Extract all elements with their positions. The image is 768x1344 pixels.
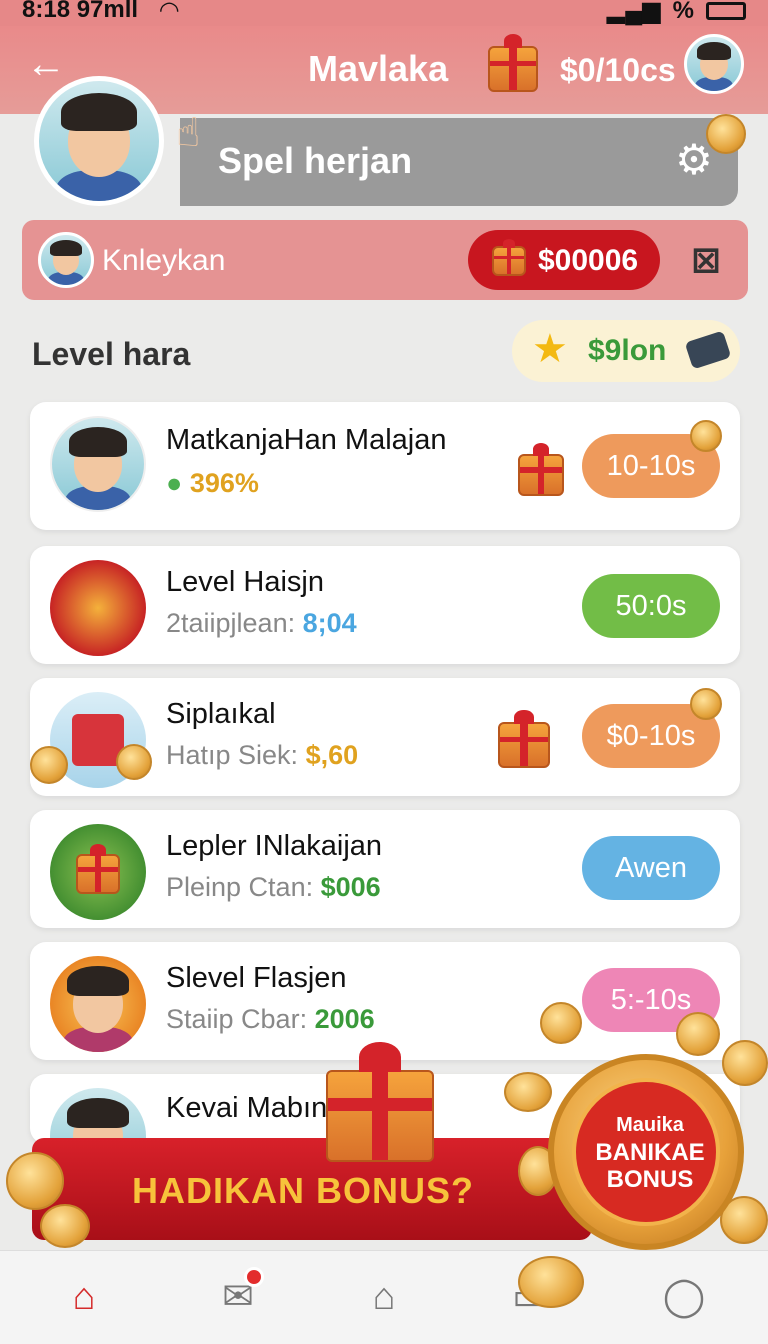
row-sub-label: Pleinp Ctan: bbox=[166, 872, 314, 902]
user-bar: Knleykan $00006 ⊠ bbox=[22, 220, 748, 300]
bonus-coin-line-1: Mauika bbox=[616, 1114, 684, 1136]
coin-icon bbox=[676, 1012, 720, 1056]
status-right: ▂▄▆ % bbox=[607, 0, 746, 25]
row-button[interactable]: 50:0s bbox=[582, 574, 720, 638]
row-sub: Hatıp Siek: $,60 bbox=[166, 740, 358, 771]
row-value: $006 bbox=[320, 872, 381, 902]
signal-icon: ▂▄▆ bbox=[606, 0, 661, 24]
coin-icon bbox=[504, 1072, 552, 1112]
notification-badge bbox=[244, 1267, 264, 1287]
row-sub-label: 2taiipjlean: bbox=[166, 608, 296, 638]
coin-icon bbox=[706, 114, 746, 154]
row-value: 396% bbox=[189, 468, 259, 498]
row-sub: Staiip Cbar: 2006 bbox=[166, 1004, 375, 1035]
pointing-hand-icon: ☝ bbox=[176, 111, 201, 155]
list-item[interactable]: MatkanjaHan Malajan ● 396% 10-10s bbox=[30, 402, 740, 530]
coin-icon bbox=[540, 1002, 582, 1044]
bottom-nav: ⌂ ✉ ⌂ ▭ ◯ bbox=[0, 1250, 768, 1344]
level-label: Level hara bbox=[32, 336, 191, 372]
row-avatar bbox=[50, 560, 146, 656]
row-title: Slevel Flasjen bbox=[166, 962, 347, 994]
star-icon: ★ bbox=[532, 327, 568, 371]
gift-icon bbox=[518, 443, 564, 496]
bonus-coin-face: Mauika BANIKAE BONUS bbox=[572, 1078, 720, 1226]
row-value: 2006 bbox=[314, 1004, 375, 1034]
level-pill[interactable]: ★ $9lon bbox=[512, 320, 740, 382]
card-icon bbox=[684, 330, 732, 370]
coin-icon bbox=[116, 744, 152, 780]
globe-icon: ● bbox=[166, 468, 183, 498]
bonus-banner[interactable]: HADIKAN BONUS? bbox=[32, 1138, 592, 1240]
user-avatar[interactable] bbox=[38, 232, 94, 288]
coin-icon bbox=[30, 746, 68, 784]
profile-icon[interactable]: ◯ bbox=[662, 1275, 706, 1319]
coin-icon bbox=[518, 1256, 584, 1308]
row-value: $,60 bbox=[305, 740, 359, 770]
bonus-coin-line-3: BONUS bbox=[606, 1166, 694, 1193]
coin-icon bbox=[722, 1040, 768, 1086]
bonus-coin-line-2: BANIKAE bbox=[595, 1139, 705, 1166]
header-avatar[interactable] bbox=[684, 34, 744, 94]
level-value: $9lon bbox=[588, 334, 667, 367]
battery-icon bbox=[706, 1, 746, 20]
row-avatar bbox=[50, 956, 146, 1052]
row-title: Siplaıkal bbox=[166, 698, 276, 730]
status-bar: 8:18 97mll ◠ ▂▄▆ % bbox=[0, 0, 768, 26]
mail-icon[interactable]: ✉ bbox=[216, 1267, 264, 1319]
gift-icon bbox=[76, 843, 120, 894]
home-icon[interactable]: ⌂ bbox=[62, 1275, 106, 1319]
gift-icon bbox=[492, 239, 526, 276]
row-title: MatkanjaHan Malajan bbox=[166, 424, 447, 456]
list-item[interactable]: Lepler INlakaijan Pleinp Ctan: $006 Awen bbox=[30, 810, 740, 928]
row-title: Kevai Mabın bbox=[166, 1092, 328, 1124]
row-value: 8;04 bbox=[302, 608, 357, 638]
coin-icon bbox=[690, 688, 722, 720]
row-sub: ● 396% bbox=[166, 468, 259, 499]
list-item[interactable]: Level Haisjn 2taiipjlean: 8;04 50:0s bbox=[30, 546, 740, 664]
user-name: Knleykan bbox=[102, 244, 226, 277]
coin-icon bbox=[6, 1152, 64, 1210]
close-icon[interactable]: ⊠ bbox=[686, 240, 726, 280]
wifi-icon: ◠ bbox=[160, 0, 179, 24]
balance-button[interactable]: $00006 bbox=[468, 230, 660, 290]
gift-icon bbox=[326, 1042, 434, 1162]
profile-name: Spel herjan bbox=[218, 140, 413, 181]
coin-icon bbox=[690, 420, 722, 452]
row-avatar bbox=[50, 824, 146, 920]
profile-avatar[interactable] bbox=[34, 76, 164, 206]
gift-icon bbox=[488, 33, 538, 92]
row-avatar bbox=[50, 416, 146, 512]
bonus-coin-button[interactable]: Mauika BANIKAE BONUS bbox=[548, 1054, 744, 1250]
profile-bar: Spel herjan ⚙ bbox=[180, 118, 738, 206]
status-time: 8:18 97mll bbox=[22, 0, 139, 23]
page-title: Mavlaka bbox=[308, 48, 449, 89]
balance-value: $00006 bbox=[538, 244, 639, 277]
battery-percent: % bbox=[672, 0, 694, 24]
row-sub: 2taiipjlean: 8;04 bbox=[166, 608, 357, 639]
row-title: Lepler INlakaijan bbox=[166, 830, 383, 862]
house-outline-icon[interactable]: ⌂ bbox=[362, 1275, 406, 1319]
bonus-banner-text: HADIKAN BONUS? bbox=[132, 1170, 474, 1211]
row-sub-label: Staiip Cbar: bbox=[166, 1004, 308, 1034]
gift-icon bbox=[498, 709, 550, 768]
row-sub: Pleinp Ctan: $006 bbox=[166, 872, 381, 903]
coin-icon bbox=[40, 1204, 90, 1248]
arrow-left-icon[interactable]: ← bbox=[26, 44, 66, 84]
coin-balance: $0/10cs bbox=[560, 52, 676, 88]
row-button[interactable]: Awen bbox=[582, 836, 720, 900]
row-title: Level Haisjn bbox=[166, 566, 324, 598]
bonus-coin-text: Mauika BANIKAE BONUS bbox=[576, 1112, 724, 1193]
row-sub-label: Hatıp Siek: bbox=[166, 740, 299, 770]
